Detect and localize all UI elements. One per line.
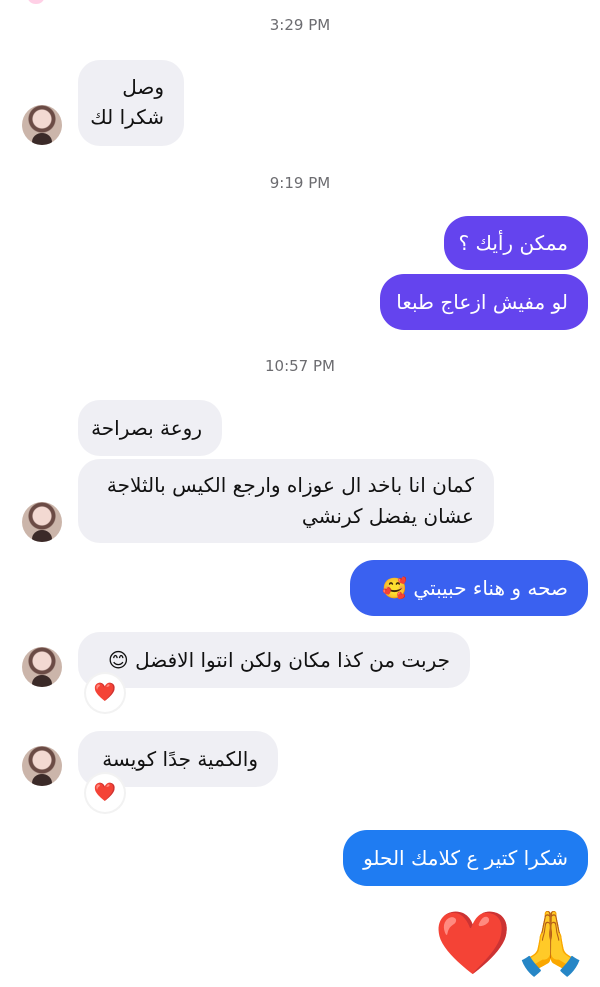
avatar[interactable] <box>22 746 62 786</box>
timestamp: 9:19 PM <box>269 174 331 192</box>
received-message[interactable]: كمان انا باخد ال عوزاه وارجع الكيس بالثل… <box>78 459 494 543</box>
received-message[interactable]: روعة بصراحة <box>78 400 222 456</box>
message-line: شكرا لك <box>90 105 164 129</box>
timestamp: 10:57 PM <box>265 357 335 375</box>
avatar[interactable] <box>22 502 62 542</box>
received-message[interactable]: جربت من كذا مكان ولكن انتوا الافضل 😊 <box>78 632 470 688</box>
avatar[interactable] <box>22 647 62 687</box>
timestamp: 3:29 PM <box>269 16 331 34</box>
heart-emoji[interactable]: ❤️ <box>434 908 511 978</box>
sent-message[interactable]: شكرا كتير ع كلامك الحلو <box>343 830 588 886</box>
sent-message[interactable]: ممكن رأيك ؟ <box>444 216 588 270</box>
avatar[interactable] <box>22 105 62 145</box>
message-line: وصل <box>122 75 164 99</box>
message-line: عشان يفضل كرنشي <box>301 504 474 528</box>
sent-message[interactable]: لو مفيش ازعاج طبعا <box>380 274 588 330</box>
received-message[interactable]: وصل شكرا لك <box>78 60 184 146</box>
top-edge-decoration <box>28 0 44 4</box>
sent-message[interactable]: صحه و هناء حبيبتي 🥰 <box>350 560 588 616</box>
heart-reaction-icon[interactable]: ❤️ <box>86 774 124 812</box>
heart-reaction-icon[interactable]: ❤️ <box>86 674 124 712</box>
message-line: كمان انا باخد ال عوزاه وارجع الكيس بالثل… <box>106 473 474 497</box>
pray-emoji[interactable]: 🙏 <box>512 908 589 978</box>
